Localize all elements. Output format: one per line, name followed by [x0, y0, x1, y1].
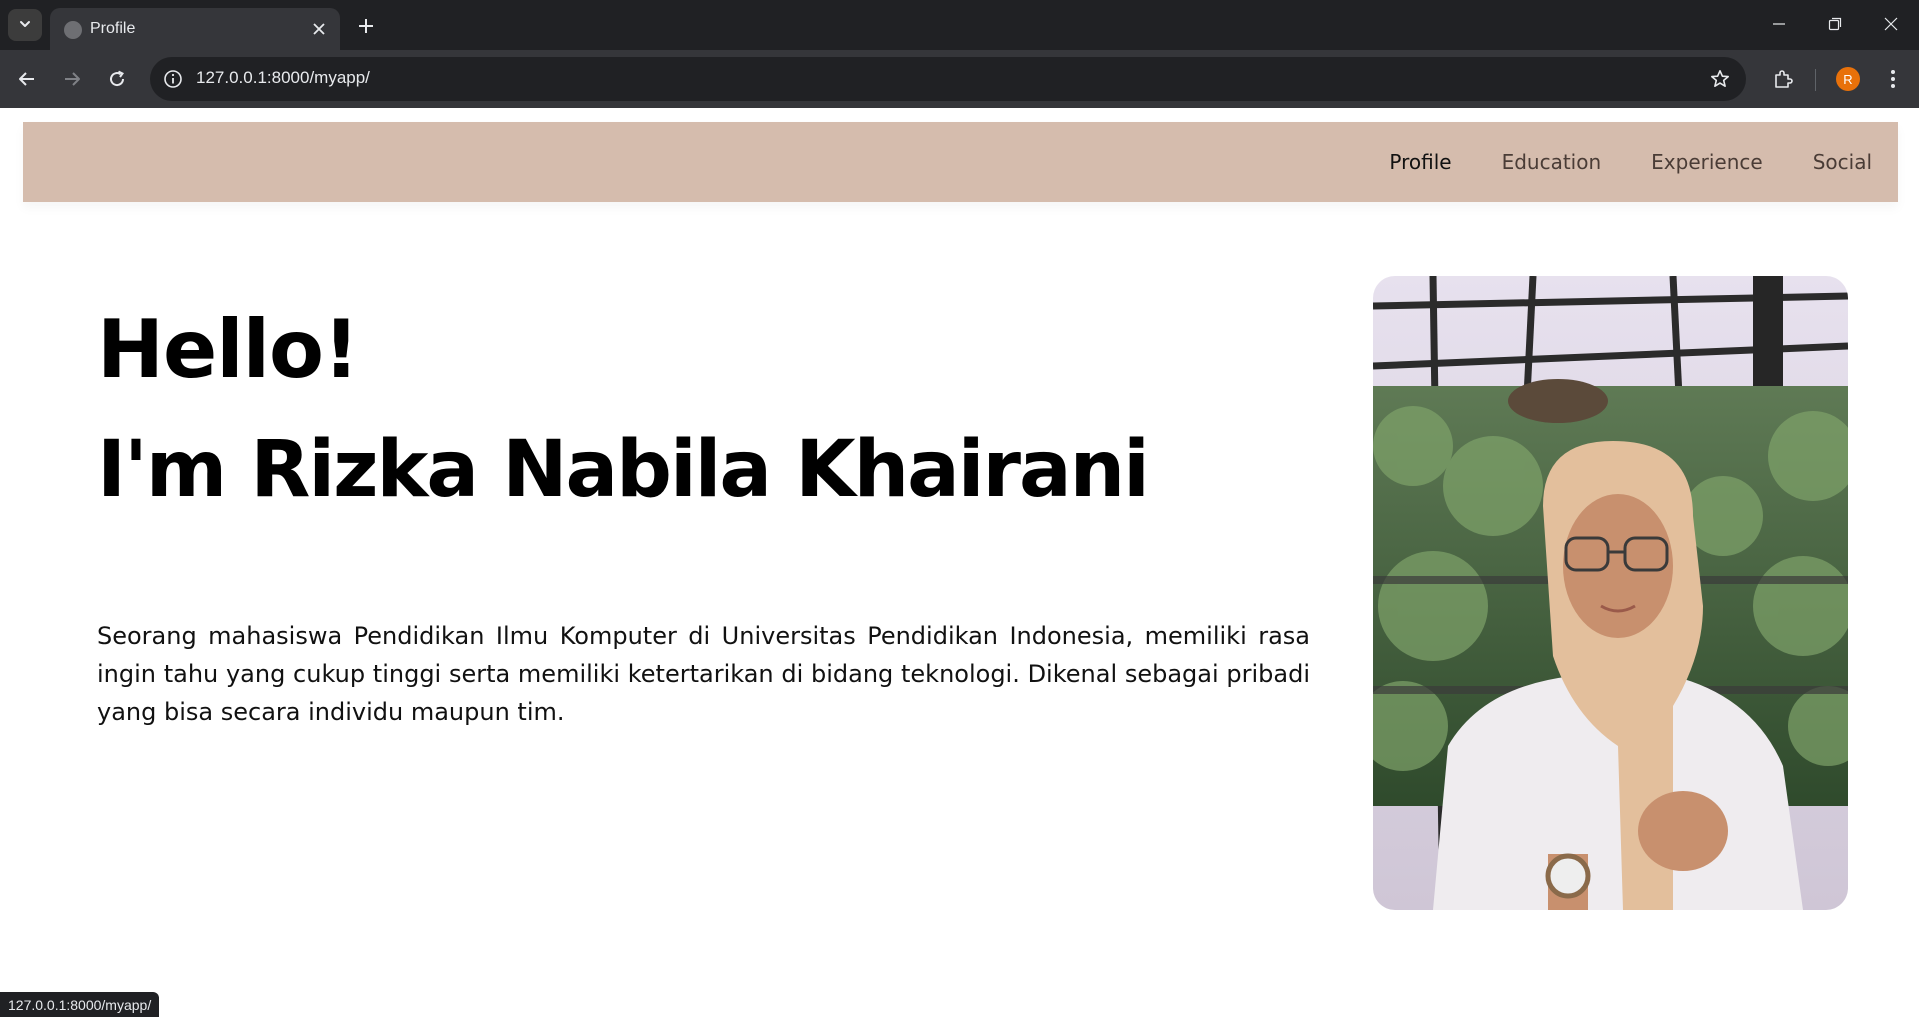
- profile-avatar[interactable]: R: [1836, 67, 1860, 91]
- minimize-button[interactable]: [1751, 0, 1807, 48]
- profile-photo: [1373, 276, 1848, 910]
- site-navbar: Profile Education Experience Social: [23, 122, 1898, 202]
- browser-tab-active[interactable]: Profile: [50, 8, 340, 50]
- puzzle-icon: [1775, 70, 1793, 88]
- hero-description: Seorang mahasiswa Pendidikan Ilmu Komput…: [97, 622, 1310, 726]
- nav-link-social[interactable]: Social: [1813, 150, 1872, 174]
- address-url[interactable]: 127.0.0.1:8000/myapp/: [196, 68, 370, 88]
- arrow-right-icon: [65, 72, 80, 86]
- more-vertical-icon: [1891, 70, 1895, 88]
- nav-link-profile[interactable]: Profile: [1389, 150, 1451, 174]
- forward-button[interactable]: [55, 62, 89, 96]
- new-tab-button[interactable]: [352, 12, 380, 40]
- nav-link-education[interactable]: Education: [1502, 150, 1602, 174]
- chevron-down-icon: [18, 16, 32, 35]
- bookmark-star-icon[interactable]: [1708, 67, 1732, 91]
- close-icon: [313, 23, 325, 35]
- globe-icon: [64, 21, 82, 39]
- tab-search-button[interactable]: [8, 9, 42, 41]
- close-icon: [1884, 17, 1898, 31]
- minimize-icon: [1773, 23, 1785, 25]
- status-bar-url: 127.0.0.1:8000/myapp/: [0, 992, 160, 1017]
- browser-toolbar: 127.0.0.1:8000/myapp/ R: [0, 50, 1919, 108]
- arrow-left-icon: [19, 72, 34, 86]
- close-window-button[interactable]: [1863, 0, 1919, 48]
- browser-menu-button[interactable]: [1878, 62, 1908, 96]
- restore-button[interactable]: [1807, 0, 1863, 48]
- hero-greeting: Hello!: [97, 303, 359, 396]
- address-bar[interactable]: 127.0.0.1:8000/myapp/: [150, 57, 1746, 101]
- tab-title: Profile: [90, 20, 136, 37]
- reload-icon: [110, 70, 125, 87]
- site-info-icon[interactable]: [162, 68, 184, 90]
- plus-icon: [359, 19, 373, 33]
- nav-links: Profile Education Experience Social: [1389, 122, 1872, 202]
- browser-tab-strip: Profile: [0, 0, 1919, 50]
- extensions-button[interactable]: [1766, 62, 1800, 96]
- nav-link-experience[interactable]: Experience: [1651, 150, 1763, 174]
- reload-button[interactable]: [100, 62, 134, 96]
- back-button[interactable]: [10, 62, 44, 96]
- restore-icon: [1828, 17, 1842, 31]
- tab-close-button[interactable]: [308, 18, 330, 40]
- hero-name: I'm Rizka Nabila Khairani: [97, 425, 1150, 515]
- toolbar-divider: [1815, 69, 1816, 91]
